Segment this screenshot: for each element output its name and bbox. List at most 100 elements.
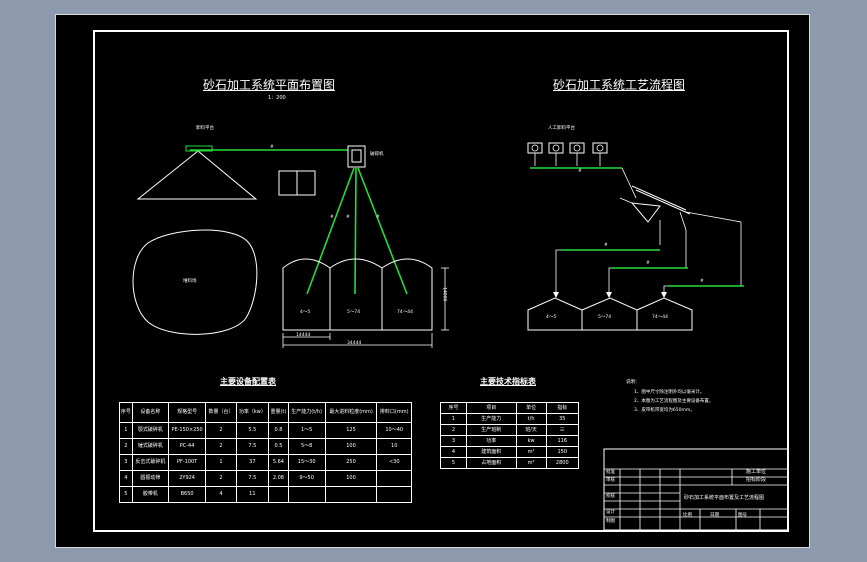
tech-header-cell: 序号 [440,402,467,414]
equip-cell: 2Y924 [167,470,207,487]
tech-header-cell: 项目 [466,402,517,414]
equip-cell: 颚式破碎机 [131,422,169,439]
equip-table-row: 2 锤式破碎机 PC-44 2 7.5 0.5 5～8 100 10 [119,438,412,455]
plan-title: 砂石加工系统平面布置图 [203,78,336,92]
tb-drawing-name: 砂石加工系统平面布置及工艺流程图 [684,495,765,501]
equip-cell [324,486,378,503]
equip-table-row: 5 胶带机 B650 4 11 [119,486,412,503]
title-block [603,448,789,531]
belt-mark-3: # [346,215,350,220]
crusher-building [347,145,366,168]
equip-header-cell: 排料口(mm) [376,402,412,423]
plan-bin-2-label: 5～74 [347,310,361,315]
flow-incline [621,167,637,199]
flow-title: 砂石加工系统工艺流程图 [553,78,686,92]
belt-mark-4: # [376,215,380,220]
equip-cell: 2 [119,438,133,455]
tb-scale: 比例 [683,513,692,518]
tech-cell: 2800 [545,457,580,469]
equip-cell: 7.5 [235,470,270,487]
equip-cell: PE-150×250 [167,422,207,439]
flow-belt-mark-1: # [578,169,582,174]
flow-bin-3 [636,297,693,331]
equip-cell: 2 [205,438,237,455]
dim-side: 14000 [441,287,447,302]
tb-date: 日期 [710,513,719,518]
equip-cell: 0.8 [268,422,289,439]
tb-draw: 制图 [606,519,615,524]
equip-cell: 100 [324,470,378,487]
tech-cell: 三 [545,424,580,436]
tech-table-row: 3 功率 kw 116 [440,435,580,447]
equip-cell: 15～30 [287,454,326,471]
tech-cell: 35 [545,413,580,425]
equip-table-body: 1 颚式破碎机 PE-150×250 2 5.5 0.8 1～5 125 10～40 2 锤式破碎机… [119,422,412,503]
tb-org: 施工单位 [746,469,767,475]
equip-header-row: 序号 设备名称 规格型号 数量（台） 功率（kw） 重量(t) 生产能力(t/h… [119,402,412,423]
conveyor-to-bin-2 [354,167,357,295]
tech-table-title: 主要技术指标表 [480,377,536,386]
equip-cell: 4 [205,486,237,503]
feed-unit-4 [592,142,608,154]
hopper-label: 卸料平台 [196,126,214,131]
stockpile-label: 堆料场 [183,279,197,284]
equip-header-cell: 重量(t) [268,402,289,423]
tech-cell: 占地面积 [466,457,517,469]
tech-cell: kw [515,435,547,447]
equip-cell: 锤式破碎机 [131,438,169,455]
tb-number: 图号 [738,513,747,518]
equip-header-cell: 生产能力(t/h) [287,402,326,423]
equip-header-cell: 数量（台） [205,402,237,423]
tech-cell: 3 [440,435,467,447]
belt-mark-1: # [270,145,274,150]
flow-conveyor-2 [631,185,687,211]
tb-check: 校核 [606,494,615,499]
equip-cell [376,486,412,503]
equip-cell: 4 [119,470,133,487]
note-2: 2、本图为工艺流程图及主要设备布置。 [634,399,714,404]
tech-cell: 1 [440,413,467,425]
equip-cell: 胶带机 [131,486,169,503]
stockpile-triangle [136,150,258,200]
tech-header-cell: 单位 [515,402,547,414]
equip-cell: 3 [119,454,133,471]
flow-bin-1-label: 4～5 [546,315,557,320]
equip-cell: 圆振动筛 [131,470,169,487]
equip-cell [268,486,289,503]
flow-belt-mark-4: # [700,279,704,284]
equip-cell: 1 [205,454,237,471]
equip-cell: 250 [324,454,378,471]
tech-cell: m² [515,446,547,458]
equip-cell: 1～5 [287,422,326,439]
flow-bin-3-label: 74～44 [652,315,668,320]
notes-heading: 说明： [626,380,640,385]
feed-label: 人工卸料平台 [548,126,575,131]
equip-header-cell: 设备名称 [131,402,169,423]
equip-cell: 7.5 [235,438,270,455]
tech-cell: 150 [545,446,580,458]
tech-table-row: 5 占地面积 m² 2800 [440,457,580,469]
tech-cell: 116 [545,435,580,447]
dim-part: 14444 [296,333,311,338]
equip-cell: <30 [376,454,412,471]
crusher-label: 破碎机 [370,152,384,157]
feed-unit-2 [548,142,564,154]
feed-unit-3 [569,142,585,154]
tech-cell: m² [515,457,547,469]
plan-scale: 1：200 [268,95,286,101]
equip-cell: 2 [205,470,237,487]
flow-bin-1 [527,297,583,331]
equip-cell: 2.08 [268,470,289,487]
flow-bin-2 [581,297,638,331]
tb-design: 设计 [606,510,615,515]
equip-cell: PC-44 [167,438,207,455]
equip-header-cell: 规格型号 [167,402,207,423]
tb-approve: 批准 [606,470,615,475]
crusher-core [351,149,362,163]
feed-unit-1 [527,142,543,154]
equipment-table: 序号 设备名称 规格型号 数量（台） 功率（kw） 重量(t) 生产能力(t/h… [119,402,412,503]
equip-cell: PF-100T [167,454,207,471]
equip-cell: 5 [119,486,133,503]
equip-header-cell: 最大进料粒度(mm) [324,402,378,423]
vibrating-screen [630,202,661,223]
